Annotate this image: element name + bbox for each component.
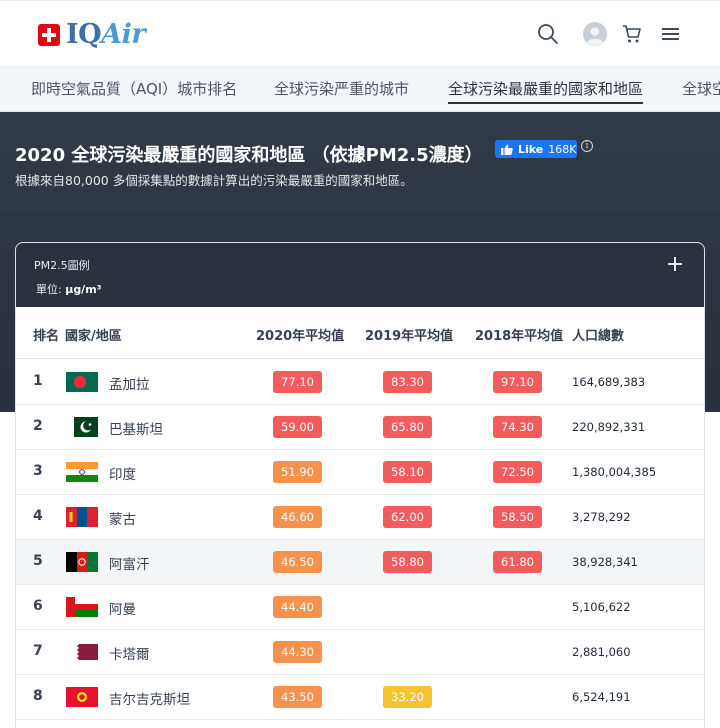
facebook-like-button[interactable]: Like 168K	[495, 140, 577, 158]
aqi-value-2019: 62.00	[383, 506, 432, 528]
aqi-value-2020: 46.60	[273, 506, 322, 528]
aqi-value-2020: 51.90	[273, 461, 322, 483]
country-name-link[interactable]: 孟加拉	[109, 373, 150, 393]
header-2018[interactable]: 2018年平均值	[475, 325, 563, 344]
page-subtitle: 根據來自80,000 多個採集點的數據計算出的污染最嚴重的國家和地區。	[15, 173, 413, 188]
country-name-link[interactable]: 吉尔吉克斯坦	[109, 688, 190, 708]
logo-text-iq: IQ	[66, 19, 102, 50]
table-row[interactable]: 8 吉尔吉克斯坦 43.50 33.20 6,524,191	[16, 675, 704, 720]
table-row[interactable]: 7 卡塔爾 44.30 2,881,060	[16, 630, 704, 675]
cart-icon[interactable]	[619, 21, 645, 47]
like-label: Like	[518, 142, 544, 156]
aqi-value-2019: 83.30	[383, 371, 432, 393]
thumbs-up-icon	[501, 144, 513, 155]
population-value: 220,892,331	[572, 420, 646, 434]
aqi-value-2018: 61.80	[493, 551, 542, 573]
header-rank[interactable]: 排名	[33, 325, 59, 344]
table-row[interactable]: 6 阿曼 44.40 5,106,622	[16, 585, 704, 630]
country-name-link[interactable]: 巴基斯坦	[109, 418, 163, 438]
iqair-logo[interactable]: IQAir	[38, 19, 146, 50]
table-header: 排名 國家/地區 2020年平均值 2019年平均值 2018年平均值 人口總數	[16, 307, 704, 359]
row-rank: 3	[33, 463, 43, 479]
tab-most-polluted-cities[interactable]: 全球污染严重的城市	[274, 79, 409, 99]
table-row[interactable]: 3 印度 51.90 58.10 72.50 1,380,004,385	[16, 450, 704, 495]
tab-overflow[interactable]: 全球空	[682, 79, 720, 99]
table-row[interactable]: 5 阿富汗 46.50 58.80 61.80 38,928,341	[16, 540, 704, 585]
site-header: IQAir	[0, 0, 720, 66]
table-row[interactable]: 2 巴基斯坦 59.00 65.80 74.30 220,892,331	[16, 405, 704, 450]
aqi-value-2019: 65.80	[383, 416, 432, 438]
row-rank: 7	[33, 643, 43, 659]
tab-most-polluted-countries[interactable]: 全球污染最嚴重的國家和地區	[448, 79, 644, 104]
country-name-link[interactable]: 卡塔爾	[109, 643, 150, 663]
swiss-flag-icon	[38, 24, 60, 46]
population-value: 5,106,622	[572, 600, 631, 614]
country-name-link[interactable]: 蒙古	[109, 508, 136, 528]
country-name-link[interactable]: 阿曼	[109, 598, 136, 618]
population-value: 164,689,383	[572, 375, 646, 389]
row-rank: 4	[33, 508, 43, 524]
aqi-value-2020: 44.40	[273, 596, 322, 618]
legend-title: PM2.5圖例	[34, 259, 90, 272]
aqi-value-2018: 97.10	[493, 371, 542, 393]
pakistan-flag-icon	[66, 417, 98, 437]
aqi-value-2019: 33.20	[383, 686, 432, 708]
page-title: 2020 全球污染最嚴重的國家和地區 （依據PM2.5濃度）	[15, 145, 483, 166]
population-value: 6,524,191	[572, 690, 631, 704]
tab-city-aqi-ranking[interactable]: 即時空氣品質（AQI）城市排名	[31, 79, 237, 99]
info-icon[interactable]: i	[581, 140, 593, 152]
india-flag-icon	[66, 462, 98, 482]
qatar-flag-icon	[66, 642, 98, 662]
aqi-value-2018: 74.30	[493, 416, 542, 438]
row-rank: 5	[33, 553, 43, 569]
oman-flag-icon	[66, 597, 98, 617]
population-value: 38,928,341	[572, 555, 638, 569]
pm25-legend[interactable]: PM2.5圖例 單位: µg/m³	[16, 243, 704, 307]
aqi-value-2020: 77.10	[273, 371, 322, 393]
table-row[interactable]: 4 蒙古 46.60 62.00 58.50 3,278,292	[16, 495, 704, 540]
aqi-value-2019: 58.10	[383, 461, 432, 483]
header-2019[interactable]: 2019年平均值	[365, 325, 453, 344]
legend-unit: 單位: µg/m³	[36, 283, 102, 296]
header-population[interactable]: 人口總數	[572, 325, 624, 344]
aqi-value-2020: 46.50	[273, 551, 322, 573]
aqi-value-2018: 58.50	[493, 506, 542, 528]
row-rank: 1	[33, 373, 43, 389]
mongolia-flag-icon	[66, 507, 98, 527]
aqi-value-2019: 58.80	[383, 551, 432, 573]
aqi-value-2018: 72.50	[493, 461, 542, 483]
population-value: 3,278,292	[572, 510, 631, 524]
population-value: 2,881,060	[572, 645, 631, 659]
ranking-table-card: PM2.5圖例 單位: µg/m³ 排名 國家/地區 2020年平均值 2019…	[15, 242, 705, 728]
table-row[interactable]: 1 孟加拉 77.10 83.30 97.10 164,689,383	[16, 360, 704, 405]
bangladesh-flag-icon	[66, 372, 98, 392]
user-avatar-icon[interactable]	[582, 21, 608, 47]
kyrgyzstan-flag-icon	[66, 687, 98, 707]
aqi-value-2020: 59.00	[273, 416, 322, 438]
row-rank: 6	[33, 598, 43, 614]
population-value: 1,380,004,385	[572, 465, 657, 479]
menu-icon[interactable]	[658, 21, 684, 47]
aqi-value-2020: 44.30	[273, 641, 322, 663]
afghanistan-flag-icon	[66, 552, 98, 572]
header-country[interactable]: 國家/地區	[65, 325, 122, 344]
row-rank: 8	[33, 688, 43, 704]
aqi-value-2020: 43.50	[273, 686, 322, 708]
row-rank: 2	[33, 418, 43, 434]
ranking-tabs: 即時空氣品質（AQI）城市排名 全球污染严重的城市 全球污染最嚴重的國家和地區 …	[0, 66, 720, 112]
country-name-link[interactable]: 阿富汗	[109, 553, 150, 573]
logo-text-air: Air	[101, 19, 146, 50]
country-name-link[interactable]: 印度	[109, 463, 136, 483]
search-icon[interactable]	[535, 21, 561, 47]
expand-plus-icon[interactable]	[667, 256, 683, 272]
like-count: 168K	[548, 142, 577, 156]
header-2020[interactable]: 2020年平均值	[256, 325, 344, 344]
